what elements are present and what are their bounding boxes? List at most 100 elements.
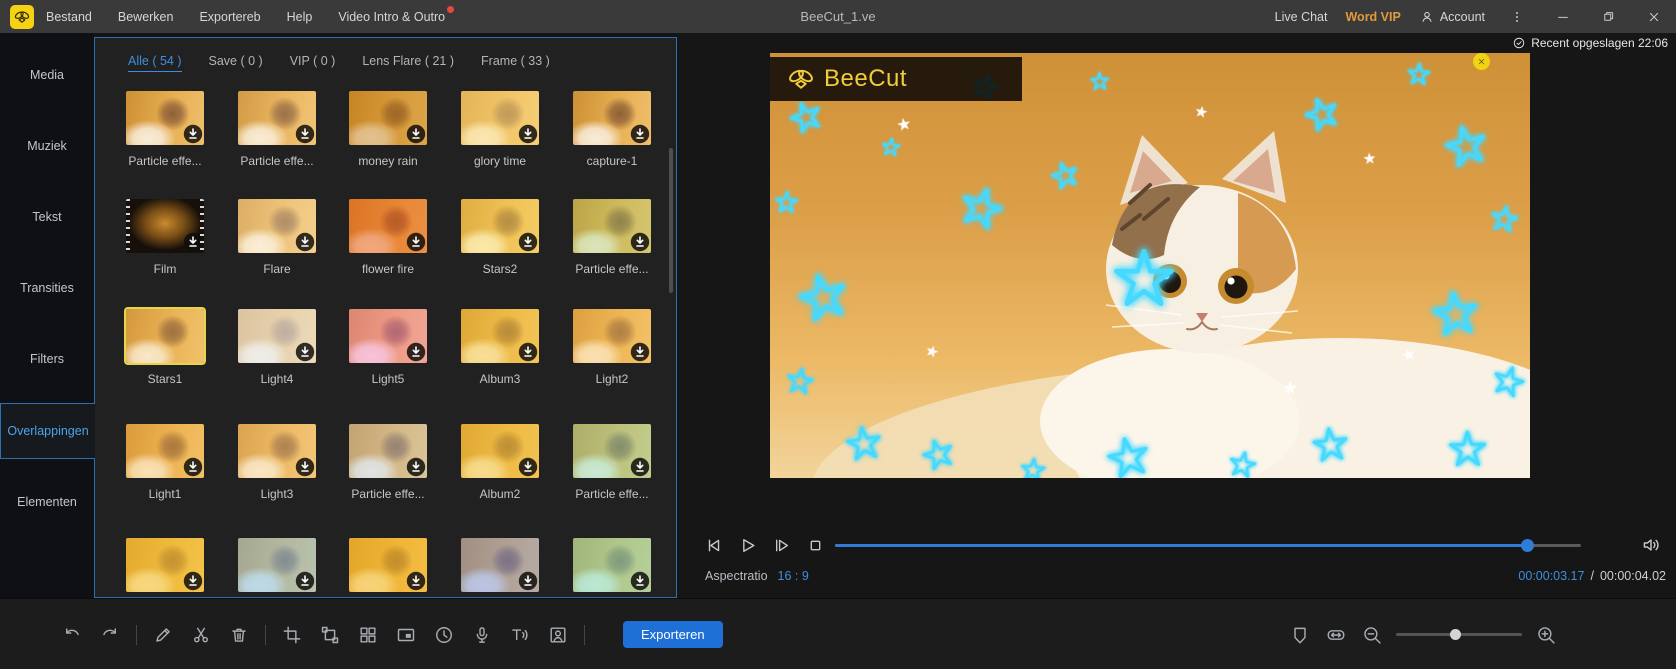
seek-bar[interactable] bbox=[835, 539, 1581, 552]
zoom-out-icon[interactable] bbox=[1360, 623, 1384, 647]
timeline-zoom-slider[interactable] bbox=[1396, 629, 1522, 640]
download-icon[interactable] bbox=[518, 232, 538, 252]
download-icon[interactable] bbox=[518, 342, 538, 362]
menu-item-help[interactable]: Help bbox=[287, 10, 313, 24]
pip-icon[interactable] bbox=[394, 623, 418, 647]
effect-thumbnail-album3[interactable] bbox=[461, 309, 539, 363]
mosaic-icon[interactable] bbox=[356, 623, 380, 647]
menu-item-video-intro-outro[interactable]: Video Intro & Outro bbox=[338, 5, 455, 24]
undo-icon[interactable] bbox=[60, 623, 84, 647]
close-button[interactable] bbox=[1640, 9, 1668, 25]
crop-icon[interactable] bbox=[280, 623, 304, 647]
remove-overlay-close-icon[interactable] bbox=[1473, 53, 1490, 70]
effect-thumbnail-light5[interactable] bbox=[349, 309, 427, 363]
download-icon[interactable] bbox=[630, 571, 650, 591]
menu-item-bestand[interactable]: Bestand bbox=[46, 10, 92, 24]
download-icon[interactable] bbox=[630, 124, 650, 144]
transform-icon[interactable] bbox=[318, 623, 342, 647]
export-button[interactable]: Exporteren bbox=[623, 621, 723, 648]
effect-thumbnail-particle-effe[interactable] bbox=[573, 199, 651, 253]
video-preview[interactable]: BeeCut bbox=[770, 53, 1530, 478]
download-icon[interactable] bbox=[518, 457, 538, 477]
more-menu-kebab-icon[interactable] bbox=[1503, 9, 1531, 25]
trash-icon[interactable] bbox=[227, 623, 251, 647]
effect-thumbnail-particle-effe[interactable] bbox=[238, 91, 316, 145]
play-button[interactable] bbox=[736, 534, 758, 556]
download-icon[interactable] bbox=[183, 124, 203, 144]
pencil-icon[interactable] bbox=[151, 623, 175, 647]
download-icon[interactable] bbox=[518, 571, 538, 591]
download-icon[interactable] bbox=[406, 571, 426, 591]
effect-thumbnail-light2[interactable] bbox=[573, 309, 651, 363]
account-button[interactable]: Account bbox=[1419, 9, 1485, 25]
download-icon[interactable] bbox=[406, 124, 426, 144]
sidebar-item-overlappingen[interactable]: Overlappingen bbox=[0, 403, 95, 459]
effect-thumbnail-light4[interactable] bbox=[238, 309, 316, 363]
maximize-button[interactable] bbox=[1595, 9, 1622, 24]
download-icon[interactable] bbox=[406, 232, 426, 252]
download-icon[interactable] bbox=[406, 457, 426, 477]
menu-item-bewerken[interactable]: Bewerken bbox=[118, 10, 174, 24]
effect-thumbnail-flare[interactable] bbox=[238, 199, 316, 253]
clock-icon[interactable] bbox=[432, 623, 456, 647]
effect-thumbnail-glory-time[interactable] bbox=[461, 91, 539, 145]
effect-thumbnail[interactable] bbox=[461, 538, 539, 592]
live-chat-link[interactable]: Live Chat bbox=[1275, 10, 1328, 24]
sidebar-item-transities[interactable]: Transities bbox=[0, 260, 94, 316]
effect-thumbnail[interactable] bbox=[573, 538, 651, 592]
download-icon[interactable] bbox=[295, 571, 315, 591]
app-logo-bee-icon[interactable] bbox=[10, 4, 34, 29]
effect-thumbnail-particle-effe[interactable] bbox=[349, 424, 427, 478]
download-icon[interactable] bbox=[630, 457, 650, 477]
minimize-button[interactable] bbox=[1549, 9, 1577, 25]
aspect-ratio-value[interactable]: 16 : 9 bbox=[778, 569, 809, 583]
next-frame-button[interactable] bbox=[770, 534, 792, 556]
microphone-icon[interactable] bbox=[470, 623, 494, 647]
effect-thumbnail-particle-effe[interactable] bbox=[126, 91, 204, 145]
download-icon[interactable] bbox=[295, 457, 315, 477]
download-icon[interactable] bbox=[295, 124, 315, 144]
effect-thumbnail-album2[interactable] bbox=[461, 424, 539, 478]
menu-item-exportereb[interactable]: Exportereb bbox=[199, 10, 260, 24]
zoom-in-icon[interactable] bbox=[1534, 623, 1558, 647]
effect-thumbnail-flower-fire[interactable] bbox=[349, 199, 427, 253]
word-vip-link[interactable]: Word VIP bbox=[1345, 10, 1400, 24]
effect-thumbnail-light1[interactable] bbox=[126, 424, 204, 478]
effect-thumbnail[interactable] bbox=[126, 538, 204, 592]
effect-thumbnail-film[interactable] bbox=[126, 199, 204, 253]
download-icon[interactable] bbox=[630, 342, 650, 362]
sidebar-item-tekst[interactable]: Tekst bbox=[0, 189, 94, 245]
prev-frame-button[interactable] bbox=[702, 534, 724, 556]
scrollbar[interactable] bbox=[669, 148, 673, 293]
portrait-icon[interactable] bbox=[546, 623, 570, 647]
download-icon[interactable] bbox=[630, 232, 650, 252]
sidebar-item-filters[interactable]: Filters bbox=[0, 331, 94, 387]
download-icon[interactable] bbox=[183, 457, 203, 477]
sidebar-item-elementen[interactable]: Elementen bbox=[0, 474, 94, 530]
download-icon[interactable] bbox=[406, 342, 426, 362]
redo-icon[interactable] bbox=[98, 623, 122, 647]
sidebar-item-media[interactable]: Media bbox=[0, 47, 94, 103]
marker-icon[interactable] bbox=[1288, 623, 1312, 647]
effect-thumbnail-stars2[interactable] bbox=[461, 199, 539, 253]
sidebar-item-muziek[interactable]: Muziek bbox=[0, 118, 94, 174]
volume-icon[interactable] bbox=[1640, 534, 1662, 556]
stop-button[interactable] bbox=[804, 534, 826, 556]
seek-bar-handle[interactable] bbox=[1521, 539, 1535, 552]
download-icon[interactable] bbox=[518, 124, 538, 144]
download-icon[interactable] bbox=[183, 571, 203, 591]
download-icon[interactable] bbox=[183, 232, 203, 252]
fit-width-icon[interactable] bbox=[1324, 623, 1348, 647]
effect-thumbnail-money-rain[interactable] bbox=[349, 91, 427, 145]
effect-thumbnail[interactable] bbox=[238, 538, 316, 592]
zoom-slider-handle[interactable] bbox=[1450, 629, 1462, 640]
download-icon[interactable] bbox=[295, 342, 315, 362]
effect-thumbnail-light3[interactable] bbox=[238, 424, 316, 478]
effect-thumbnail-particle-effe[interactable] bbox=[573, 424, 651, 478]
effect-thumbnail-capture-1[interactable] bbox=[573, 91, 651, 145]
download-icon[interactable] bbox=[295, 232, 315, 252]
effect-thumbnail[interactable] bbox=[349, 538, 427, 592]
effect-thumbnail-stars1[interactable] bbox=[126, 309, 204, 363]
scissors-icon[interactable] bbox=[189, 623, 213, 647]
text-to-speech-icon[interactable] bbox=[508, 623, 532, 647]
